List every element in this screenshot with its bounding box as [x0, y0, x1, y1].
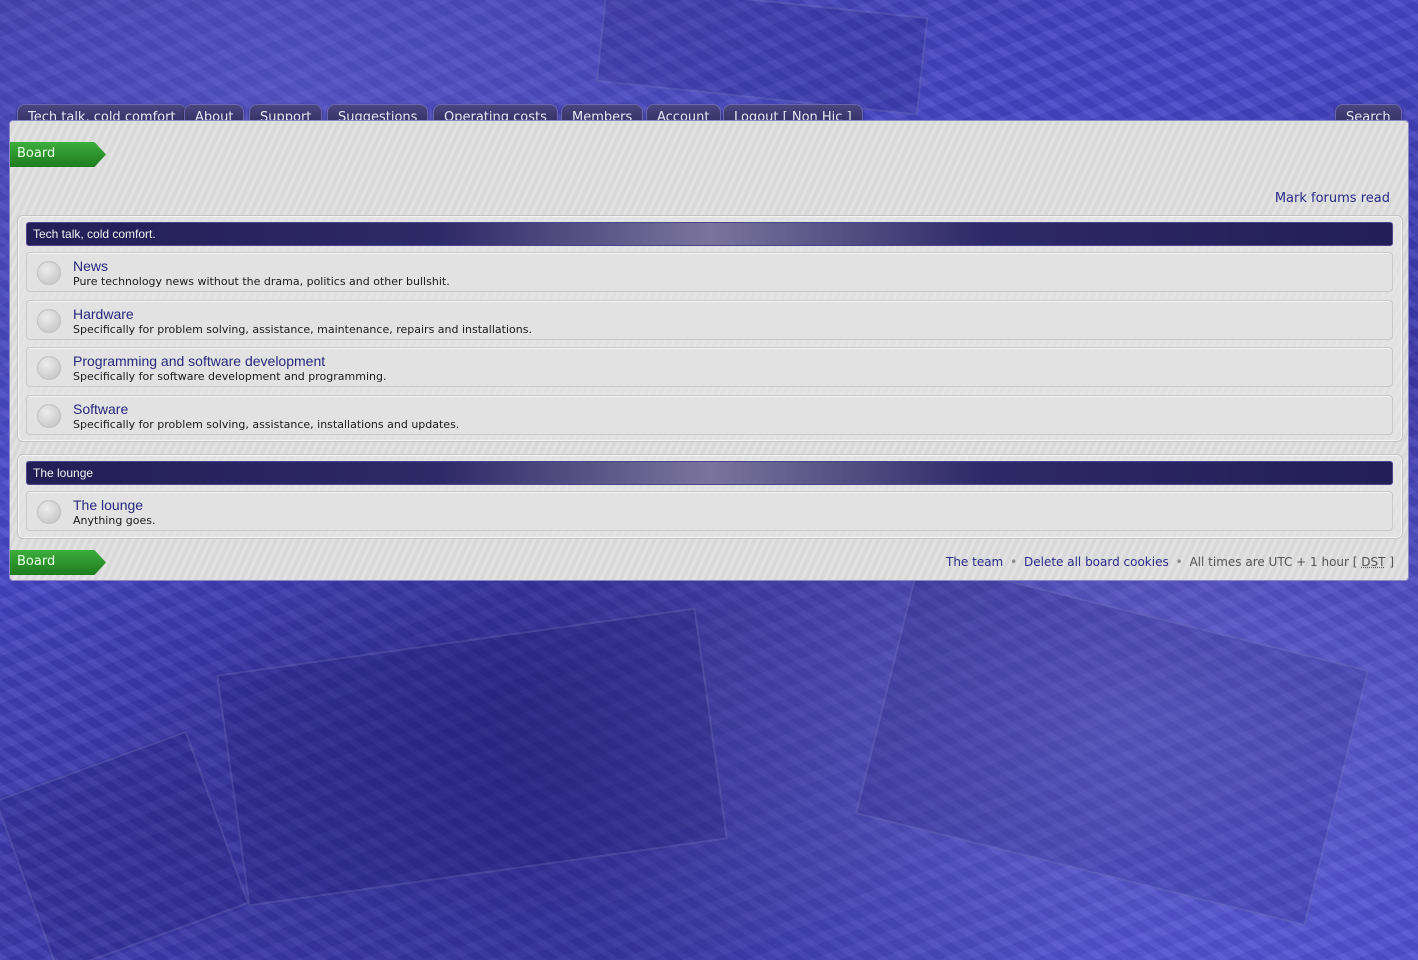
- forum-description: Anything goes.: [73, 514, 156, 527]
- category-tech-talk: Tech talk, cold comfort. News Pure techn…: [17, 215, 1403, 442]
- forum-title-news[interactable]: News: [73, 258, 108, 274]
- mark-forums-read-link[interactable]: Mark forums read: [1275, 191, 1390, 206]
- footer-separator: •: [1010, 555, 1018, 569]
- background-board-shape: [854, 557, 1370, 927]
- dst-label: DST: [1361, 555, 1386, 569]
- forum-index-panel: Board index Mark forums read Tech talk, …: [10, 121, 1408, 580]
- forum-title-hardware[interactable]: Hardware: [73, 306, 134, 322]
- forum-status-icon: [37, 309, 61, 333]
- forum-row-news[interactable]: News Pure technology news without the dr…: [26, 252, 1393, 292]
- forum-description: Specifically for software development an…: [73, 370, 387, 383]
- forum-row-hardware[interactable]: Hardware Specifically for problem solvin…: [26, 300, 1393, 340]
- forum-row-the-lounge[interactable]: The lounge Anything goes.: [26, 491, 1393, 531]
- forum-description: Specifically for problem solving, assist…: [73, 323, 532, 336]
- forum-title-programming[interactable]: Programming and software development: [73, 353, 325, 369]
- background-board-shape: [0, 730, 250, 960]
- forum-description: Specifically for problem solving, assist…: [73, 418, 460, 431]
- forum-row-software[interactable]: Software Specifically for problem solvin…: [26, 395, 1393, 435]
- the-team-link[interactable]: The team: [946, 555, 1003, 569]
- background-board-shape: [216, 607, 728, 907]
- category-header: The lounge: [26, 461, 1393, 485]
- timezone-text: All times are UTC + 1 hour [: [1189, 555, 1358, 569]
- breadcrumb-board-index[interactable]: Board index: [10, 142, 106, 167]
- forum-status-icon: [37, 500, 61, 524]
- background-board-shape: [595, 0, 929, 116]
- timezone-text-end: ]: [1389, 555, 1394, 569]
- category-the-lounge: The lounge The lounge Anything goes.: [17, 454, 1403, 539]
- category-header: Tech talk, cold comfort.: [26, 222, 1393, 246]
- forum-row-programming[interactable]: Programming and software development Spe…: [26, 347, 1393, 387]
- delete-cookies-link[interactable]: Delete all board cookies: [1024, 555, 1169, 569]
- footer-separator: •: [1175, 555, 1183, 569]
- forum-title-software[interactable]: Software: [73, 401, 128, 417]
- breadcrumb-board-index-footer[interactable]: Board index: [10, 550, 106, 575]
- forum-description: Pure technology news without the drama, …: [73, 275, 450, 288]
- forum-title-the-lounge[interactable]: The lounge: [73, 497, 143, 513]
- footer-links: The team • Delete all board cookies • Al…: [946, 555, 1394, 569]
- forum-status-icon: [37, 356, 61, 380]
- forum-status-icon: [37, 261, 61, 285]
- forum-status-icon: [37, 404, 61, 428]
